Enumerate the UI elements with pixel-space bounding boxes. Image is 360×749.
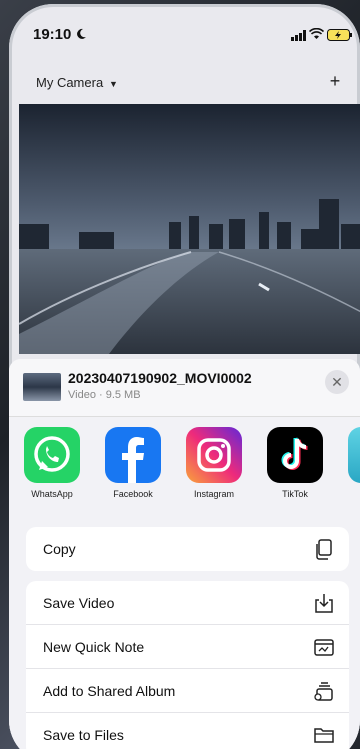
app-label-tiktok: TikTok [282,489,308,499]
instagram-icon [186,427,242,483]
quick-note-icon [314,639,334,656]
cellular-signal-icon [291,30,306,41]
share-apps-row: WhatsApp Facebook Instagram TikTok [9,427,360,507]
add-button[interactable]: + [324,70,346,92]
app-label-instagram: Instagram [193,489,235,499]
moon-icon [77,28,86,39]
chevron-down-icon[interactable]: ▼ [109,79,118,89]
file-meta: Video · 9.5 MB [68,389,141,401]
action-new-quick-note[interactable]: New Quick Note [26,625,349,669]
tiktok-icon [267,427,323,483]
whatsapp-icon [24,427,80,483]
action-copy-label: Copy [43,541,76,557]
video-thumbnail [23,373,61,401]
action-shared-album-label: Add to Shared Album [43,683,176,699]
file-info-header: 20230407190902_MOVI0002 Video · 9.5 MB ✕ [9,359,360,417]
copy-icon [316,539,332,560]
action-add-shared-album[interactable]: Add to Shared Album [26,669,349,713]
shared-album-icon [314,682,333,701]
folder-icon [314,728,334,743]
share-actions: Copy Save Video New Quick Note Add to Sh… [26,527,349,749]
app-label-whatsapp: WhatsApp [31,489,73,499]
status-bar: 19:10 [9,4,360,54]
app-icon-partial [348,427,360,483]
actions-group-main: Save Video New Quick Note Add to Shared … [26,581,349,749]
share-app-facebook[interactable]: Facebook [103,427,163,499]
camera-album-selector[interactable]: My Camera [36,75,103,90]
actions-group-copy: Copy [26,527,349,571]
share-sheet: 20230407190902_MOVI0002 Video · 9.5 MB ✕… [9,359,360,749]
share-app-tiktok[interactable]: TikTok [265,427,325,499]
share-app-whatsapp[interactable]: WhatsApp [22,427,82,499]
battery-charging-icon [327,29,352,41]
share-app-partial[interactable] [346,427,360,483]
share-app-instagram[interactable]: Instagram [184,427,244,499]
album-header: My Camera ▼ + [9,66,360,96]
file-name: 20230407190902_MOVI0002 [68,370,252,386]
status-time: 19:10 [33,26,72,43]
facebook-icon [105,427,161,483]
action-save-files-label: Save to Files [43,727,124,743]
action-save-to-files[interactable]: Save to Files [26,713,349,749]
save-download-icon [315,594,333,613]
action-quick-note-label: New Quick Note [43,639,145,655]
close-button[interactable]: ✕ [325,370,349,394]
video-preview[interactable] [19,104,360,354]
action-copy[interactable]: Copy [26,527,349,571]
action-save-video-label: Save Video [43,595,115,611]
city-highway-image [19,104,360,354]
action-save-video[interactable]: Save Video [26,581,349,625]
share-sheet-screen: 19:10 My Camera ▼ + 20230407190902_MOVI0… [9,4,360,749]
wifi-icon [309,28,324,39]
app-label-facebook: Facebook [113,489,153,499]
